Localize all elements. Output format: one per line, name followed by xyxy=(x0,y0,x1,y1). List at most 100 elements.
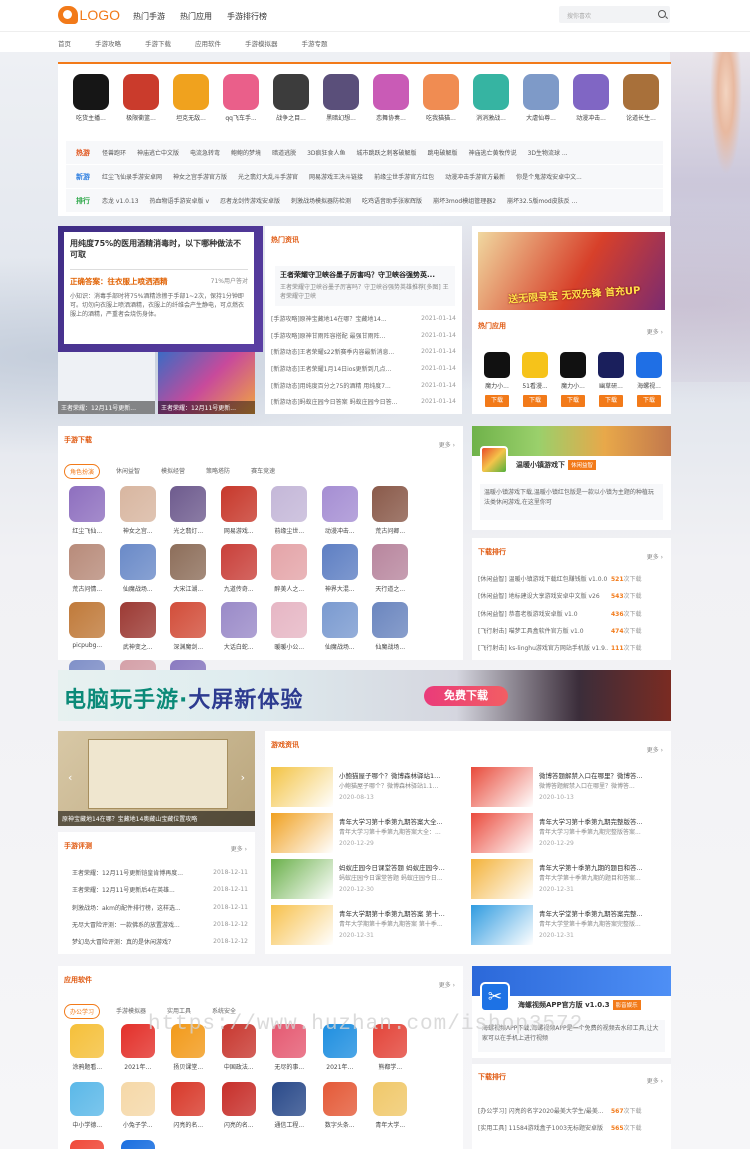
rank-item[interactable]: [休闲益智] 地标建设大享游戏安卓中文版 v26 543次下载 xyxy=(472,587,671,604)
tag-link[interactable]: 城市跳跃之刺客破解版 xyxy=(357,148,417,157)
review-item[interactable]: 无尽大冒险评测：一款佛系的放置游戏... 2018-12-12 xyxy=(58,916,255,933)
review-item[interactable]: 刺激战场：akm的配件排行榜，这样选... 2018-12-11 xyxy=(58,899,255,916)
rank-item[interactable]: [办公学习] 闪亮的名字2020最美大学生/最美... 567次下载 xyxy=(472,1102,671,1119)
more-link[interactable]: 更多 › xyxy=(439,440,455,449)
nav-hot-apps[interactable]: 热门应用 xyxy=(180,11,212,22)
category-tab[interactable]: 办公学习 xyxy=(64,1004,101,1019)
tag-link[interactable]: 光之翡灯大乱斗手游官 xyxy=(238,172,298,181)
quiz-hero[interactable]: 用纯度75%的医用酒精消毒时，以下哪种做法不可取 正确答案：往衣服上喷洒酒精 71… xyxy=(58,226,263,352)
rank-item[interactable]: [实用工具] 11584游戏盒子1003无标题安卓版 565次下载 xyxy=(472,1119,671,1136)
game-news-item[interactable]: 青年大学习第十季第九期答案大全... 青年大学习第十季第九期答案大全：... 202… xyxy=(271,813,466,857)
top-app-item[interactable]: 动漫冲击... xyxy=(566,74,616,122)
top-app-item[interactable]: 黑暗幻想... xyxy=(316,74,366,122)
top-app-item[interactable]: 吃货主播... xyxy=(66,74,116,122)
hot-app-item[interactable]: 51看漫... 下载 xyxy=(516,352,554,407)
game-news-item[interactable]: 微博答题解禁入口在哪里？微博答... 微博答题解禁入口在哪里？微博答... 2020… xyxy=(471,767,666,811)
review-item[interactable]: 王者荣耀：12月11号更新后4在英雄... 2018-12-11 xyxy=(58,881,255,898)
grid-item[interactable]: 涂鸦题看... xyxy=(62,1024,113,1082)
grid-item[interactable]: 2021年... xyxy=(62,1140,113,1149)
grid-item[interactable]: 大宋江湖... xyxy=(163,544,214,602)
grid-item[interactable]: 小兔子学... xyxy=(113,1082,164,1140)
tag-link[interactable]: 崩坏3mod模组管理器2 xyxy=(433,196,496,205)
tag-link[interactable]: 3D疯狂食人鱼 xyxy=(307,148,345,157)
more-link[interactable]: 更多 › xyxy=(647,552,663,561)
top-app-item[interactable]: 坦克无敌... xyxy=(166,74,216,122)
nav-hot-games[interactable]: 热门手游 xyxy=(133,11,165,22)
featured-game[interactable]: 温暖小镇游戏下 休闲益智 温暖小镇游戏下载,温暖小镇红包版是一款以小镇为主题的种植… xyxy=(472,426,671,530)
news-item[interactable]: [新游动态]用纯度百分之75的酒精 用纯度7... 2021-01-14 xyxy=(271,377,456,394)
featured-app-name[interactable]: 海螺视频APP官方版 v1.0.3 影音娱乐 xyxy=(518,1000,641,1010)
download-button[interactable]: 下载 xyxy=(637,395,661,407)
pc-play-banner[interactable]: 电脑玩手游·大屏新体验 免费下载 xyxy=(58,670,671,721)
grid-item[interactable]: 醉美人之... xyxy=(264,544,315,602)
tag-link[interactable]: 红尘飞仙录手游安卓网 xyxy=(102,172,162,181)
grid-item[interactable]: 网易游戏... xyxy=(214,486,265,544)
nav-rankings[interactable]: 手游排行榜 xyxy=(227,11,267,22)
scissors-icon[interactable]: ✂ xyxy=(480,982,510,1012)
tag-link[interactable]: 恋龙 v1.0.13 xyxy=(102,196,139,205)
grid-item[interactable]: 荒古问情... xyxy=(62,544,113,602)
subnav-emulator[interactable]: 手游模拟器 xyxy=(245,38,278,48)
hot-app-item[interactable]: 幽草研... 下载 xyxy=(592,352,630,407)
grid-item[interactable]: 暖暖小公... xyxy=(264,602,315,660)
game-news-item[interactable]: 青年大学第十季第九期的题目和答... 青年大学第十季第九期的题目和答案... 202… xyxy=(471,859,666,903)
category-tab[interactable]: 手游模拟器 xyxy=(111,1004,151,1019)
category-tab[interactable]: 休闲益智 xyxy=(111,464,145,479)
category-tab[interactable]: 角色扮演 xyxy=(64,464,101,479)
grid-item[interactable]: 九道传奇... xyxy=(214,544,265,602)
news-item[interactable]: [新游动态]王者荣耀1月14日ios更新到几点... 2021-01-14 xyxy=(271,360,456,377)
rank-item[interactable]: [休闲益智] 温暖小镇游戏下载红包赚钱版 v1.0.0 521次下载 xyxy=(472,570,671,587)
news-item[interactable]: [手游攻略]原神宝藏地14在哪？宝藏地14... 2021-01-14 xyxy=(271,310,456,327)
grid-item[interactable]: 光之翡灯... xyxy=(163,486,214,544)
grid-item[interactable]: 天行道之... xyxy=(365,544,416,602)
subnav-apps[interactable]: 应用软件 xyxy=(195,38,221,48)
review-item[interactable]: 梦幻岛大冒险评测：真的是休闲游戏？ 2018-12-12 xyxy=(58,933,255,950)
search-icon[interactable] xyxy=(658,10,666,18)
rank-item[interactable]: [飞行射击] 喵梦工具盒软件官方版 v1.0 474次下载 xyxy=(472,622,671,639)
tag-link[interactable]: 电流急转弯 xyxy=(190,148,220,157)
tag-link[interactable]: 崩坏32.5版mod皮肤反 ... xyxy=(507,196,577,205)
top-app-item[interactable]: 消消激战... xyxy=(466,74,516,122)
more-link[interactable]: 更多 › xyxy=(647,1076,663,1085)
subnav-topics[interactable]: 手游专题 xyxy=(302,38,328,48)
tag-link[interactable]: 前缘尘世手游官方红包 xyxy=(374,172,434,181)
tag-link[interactable]: 鲍鲍的梦境 xyxy=(231,148,261,157)
news-thumb-2[interactable]: 王者荣耀：12月11号更新... xyxy=(158,352,255,414)
download-button[interactable]: 下载 xyxy=(485,395,509,407)
grid-item[interactable]: 仙魔战场... xyxy=(365,602,416,660)
download-button[interactable]: 下载 xyxy=(523,395,547,407)
grid-item[interactable]: 通信工程... xyxy=(264,1082,315,1140)
news-item[interactable]: [手游攻略]原神甘雨阵容搭配 最强甘雨阵... 2021-01-14 xyxy=(271,327,456,344)
tag-link[interactable]: 忍者龙剑传游戏安卓版 xyxy=(220,196,280,205)
site-logo[interactable]: LOGO xyxy=(58,6,120,24)
tag-link[interactable]: 暗道逃脱 xyxy=(272,148,296,157)
tag-link[interactable]: 刺激战场模拟器防检测 xyxy=(291,196,351,205)
grid-item[interactable]: 仙魔战场... xyxy=(113,544,164,602)
grid-item[interactable]: picpubg... xyxy=(62,602,113,660)
promo-banner[interactable]: 送无限寻宝 无双先锋 首充UP xyxy=(472,226,671,312)
news-thumb-1[interactable]: 王者荣耀：12月11号更新... xyxy=(58,352,155,414)
grid-item[interactable]: 深渊魔剑... xyxy=(163,602,214,660)
image-slider[interactable]: ‹ › 原神宝藏地14在哪？宝藏地14奥藏山宝藏位置攻略 xyxy=(58,731,255,826)
grid-item[interactable]: 中小学德... xyxy=(62,1082,113,1140)
tag-link[interactable]: 怪兽跑环 xyxy=(102,148,126,157)
download-button[interactable]: 下载 xyxy=(599,395,623,407)
download-button[interactable]: 下载 xyxy=(561,395,585,407)
game-news-item[interactable]: 蚂蚁庄园今日课堂答题 蚂蚁庄园今... 蚂蚁庄园今日课堂答题 蚂蚁庄园今日... 2… xyxy=(271,859,466,903)
hot-app-item[interactable]: 魔力小... 下载 xyxy=(554,352,592,407)
grid-item[interactable]: 闪亮的名... xyxy=(214,1082,265,1140)
grid-item[interactable]: 荒古问卿... xyxy=(365,486,416,544)
category-tab[interactable]: 模拟经营 xyxy=(156,464,190,479)
game-news-item[interactable]: 青年大学堂第十季第九期答案完整... 青年大学堂第十季第九期答案完整版... 202… xyxy=(471,905,666,949)
grid-item[interactable]: 青年大学... xyxy=(365,1082,416,1140)
top-app-item[interactable]: 恋舞协奏... xyxy=(366,74,416,122)
grid-item[interactable]: 红尘飞仙... xyxy=(62,486,113,544)
grid-item[interactable]: 仙魔战场... xyxy=(315,602,366,660)
top-app-item[interactable]: 极限衝篮... xyxy=(116,74,166,122)
category-tab[interactable]: 赛车竞速 xyxy=(246,464,280,479)
tag-link[interactable]: 动漫冲击手游官方最新 xyxy=(445,172,505,181)
hot-app-item[interactable]: 海螺视... 下载 xyxy=(630,352,668,407)
news-item[interactable]: [新游动态]蚂蚁庄园今日答案 蚂蚁庄园今日答... 2021-01-14 xyxy=(271,393,456,410)
top-app-item[interactable]: qq飞车手... xyxy=(216,74,266,122)
top-app-item[interactable]: 战争之目... xyxy=(266,74,316,122)
